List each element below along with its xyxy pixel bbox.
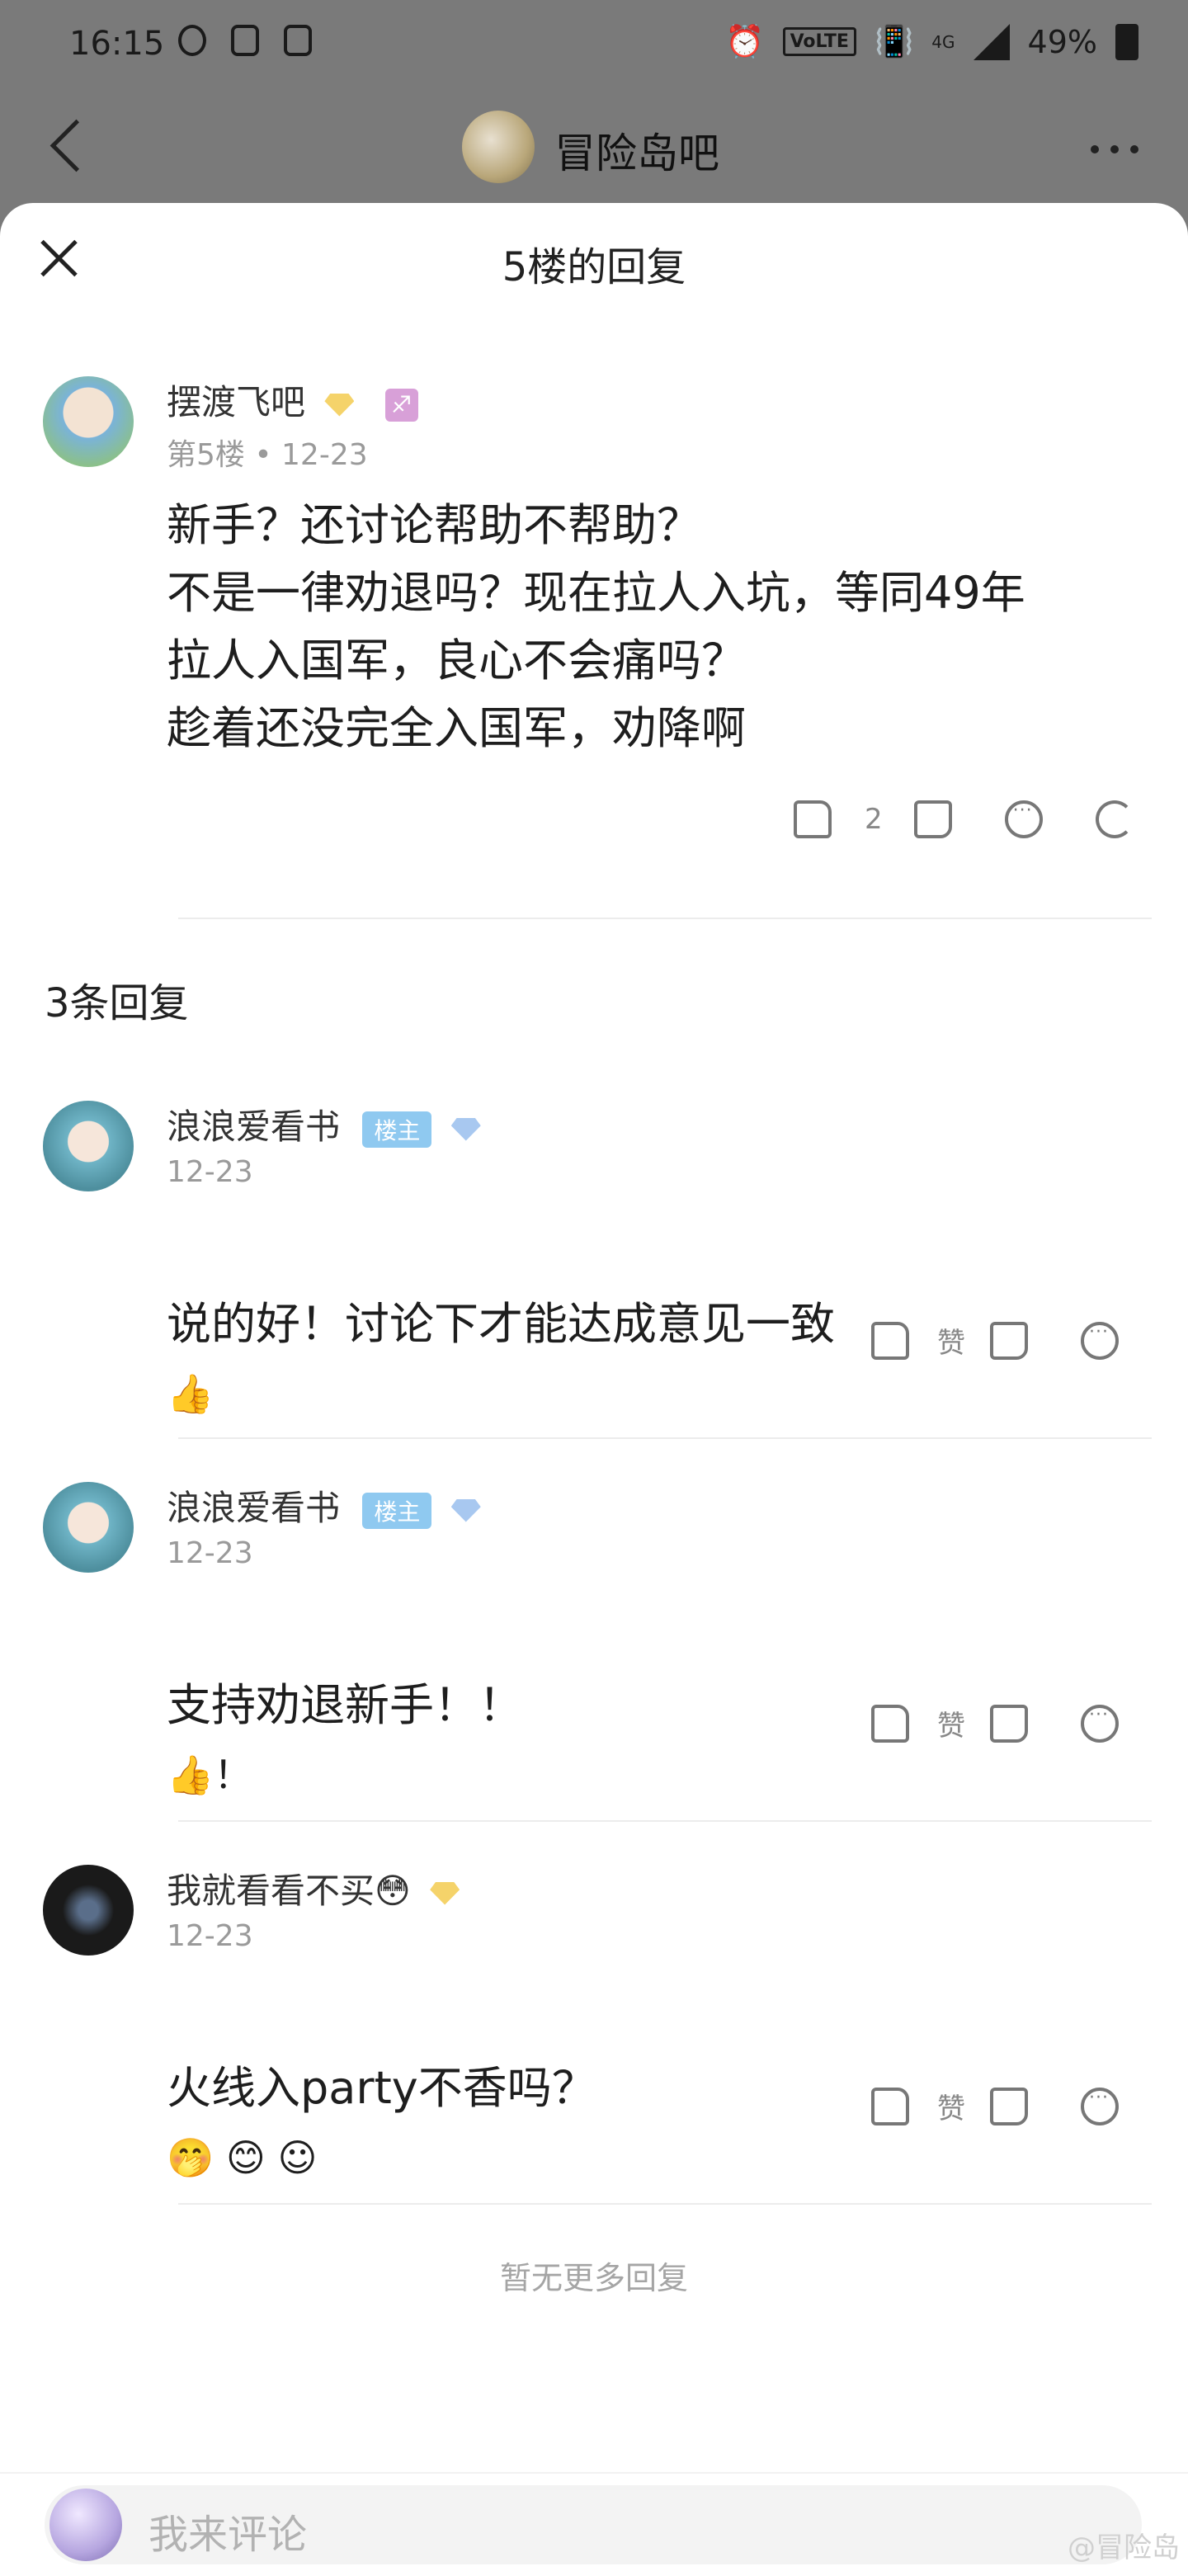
alarm-icon: ⏰ xyxy=(725,23,765,59)
like-icon[interactable] xyxy=(871,1321,909,1360)
status-bar: 16:15 ⏰ VoLTE 📳 4G 49% xyxy=(0,0,1188,96)
divider xyxy=(178,918,1152,919)
reply-count: 3条回复 xyxy=(45,980,189,1026)
dislike-icon[interactable] xyxy=(913,800,952,838)
level-gem-icon xyxy=(450,1498,481,1522)
comment-bar: 我来评论 xyxy=(0,2472,1188,2576)
status-time: 16:15 xyxy=(69,25,165,63)
reply-author[interactable]: 我就看看不买😳 xyxy=(167,1863,460,1913)
reply-actions: 赞 xyxy=(871,1320,1119,1361)
share-icon[interactable] xyxy=(1095,800,1134,838)
thumbs-up-emoji: 👍 xyxy=(167,1371,214,1416)
reply-author[interactable]: 浪浪爱看书 楼主 xyxy=(167,1480,481,1531)
volte-badge: VoLTE xyxy=(782,27,856,56)
comment-placeholder[interactable]: 我来评论 xyxy=(148,2502,307,2559)
reply-text: 说的好！讨论下才能达成意见一致 xyxy=(167,1298,835,1350)
back-icon[interactable] xyxy=(50,119,103,172)
dislike-icon[interactable] xyxy=(990,1321,1028,1360)
like-icon[interactable] xyxy=(871,1704,909,1743)
reply-text: 火线入party不香吗？ xyxy=(167,2062,596,2114)
reply-sheet: 5楼的回复 摆渡飞吧 ♐ 第5楼 • 12-23 新手？还讨论帮助不帮助？ 不是… xyxy=(0,203,1188,2576)
comment-icon[interactable] xyxy=(1081,2087,1119,2125)
emoji-group: 🤭 😊 ☺ xyxy=(167,2135,318,2180)
post-author-name[interactable]: 摆渡飞吧 xyxy=(167,382,305,422)
sheet-title: 5楼的回复 xyxy=(502,244,686,290)
op-badge: 楼主 xyxy=(362,1492,432,1529)
forum-title[interactable]: 冒险岛吧 xyxy=(554,120,719,180)
reply-time: 12-23 xyxy=(167,1536,253,1570)
reply-time: 12-23 xyxy=(167,1919,253,1953)
reply-text: 支持劝退新手！！ xyxy=(167,1679,523,1731)
more-menu-icon[interactable] xyxy=(1091,145,1138,153)
comment-input[interactable]: 我来评论 xyxy=(45,2485,1142,2564)
like-icon[interactable] xyxy=(794,800,832,838)
status-right: ⏰ VoLTE 📳 4G 49% xyxy=(725,23,1138,60)
netease-icon xyxy=(178,25,206,56)
like-label[interactable]: 赞 xyxy=(937,2086,965,2126)
post-author[interactable]: 摆渡飞吧 ♐ xyxy=(167,375,418,425)
zodiac-icon: ♐ xyxy=(384,388,418,422)
reply-author-name[interactable]: 浪浪爱看书 xyxy=(167,1106,340,1147)
divider xyxy=(178,2203,1152,2205)
thumbs-up-emoji: 👍！ xyxy=(167,1753,252,1797)
like-label[interactable]: 赞 xyxy=(937,1703,965,1743)
like-label[interactable]: 赞 xyxy=(937,1320,965,1361)
download-icon xyxy=(231,25,259,56)
dislike-icon[interactable] xyxy=(990,1704,1028,1743)
reply-actions: 赞 xyxy=(871,1703,1119,1743)
no-more-replies: 暂无更多回复 xyxy=(499,2260,688,2296)
comment-icon[interactable] xyxy=(1081,1321,1119,1360)
forum-avatar[interactable] xyxy=(462,111,535,183)
divider xyxy=(178,1820,1152,1822)
reply-author-name[interactable]: 浪浪爱看书 xyxy=(167,1488,340,1528)
like-icon[interactable] xyxy=(871,2087,909,2125)
phone-icon xyxy=(284,25,312,56)
battery-text: 49% xyxy=(1027,23,1097,60)
reply-avatar[interactable] xyxy=(43,1101,134,1191)
level-gem-icon xyxy=(450,1117,481,1141)
post-meta: 第5楼 • 12-23 xyxy=(167,438,368,472)
like-count: 2 xyxy=(865,803,883,836)
post-author-avatar[interactable] xyxy=(43,376,134,467)
level-gem-icon xyxy=(324,393,355,417)
vibrate-icon: 📳 xyxy=(874,23,914,59)
sheet-header: 5楼的回复 xyxy=(0,203,1188,310)
battery-icon xyxy=(1115,23,1138,60)
op-badge: 楼主 xyxy=(362,1111,432,1148)
dislike-icon[interactable] xyxy=(990,2087,1028,2125)
reply-author-name[interactable]: 我就看看不买😳 xyxy=(167,1871,411,1911)
divider xyxy=(178,1437,1152,1439)
watermark: @冒险岛 xyxy=(1068,2531,1180,2564)
reply-content: 说的好！讨论下才能达成意见一致 👍 xyxy=(167,1223,835,1427)
comment-icon[interactable] xyxy=(1004,800,1043,838)
reply-avatar[interactable] xyxy=(43,1865,134,1956)
level-gem-icon xyxy=(430,1881,460,1905)
reply-actions: 赞 xyxy=(871,2086,1119,2126)
comment-icon[interactable] xyxy=(1081,1704,1119,1743)
reply-avatar[interactable] xyxy=(43,1482,134,1573)
signal-icon xyxy=(973,23,1010,60)
reply-content: 支持劝退新手！！ 👍！ xyxy=(167,1604,523,1809)
top-nav: 冒险岛吧 xyxy=(0,96,1188,203)
reply-author[interactable]: 浪浪爱看书 楼主 xyxy=(167,1099,481,1149)
my-avatar xyxy=(50,2489,122,2561)
network-label: 4G xyxy=(931,31,955,52)
post-actions: 2 xyxy=(794,800,1134,838)
post-content: 新手？还讨论帮助不帮助？ 不是一律劝退吗？现在拉人入坑，等同49年 拉人入国军，… xyxy=(167,499,1025,754)
reply-time: 12-23 xyxy=(167,1155,253,1189)
reply-content: 火线入party不香吗？ 🤭 😊 ☺ xyxy=(167,1987,596,2191)
status-notification-icons xyxy=(178,25,312,56)
